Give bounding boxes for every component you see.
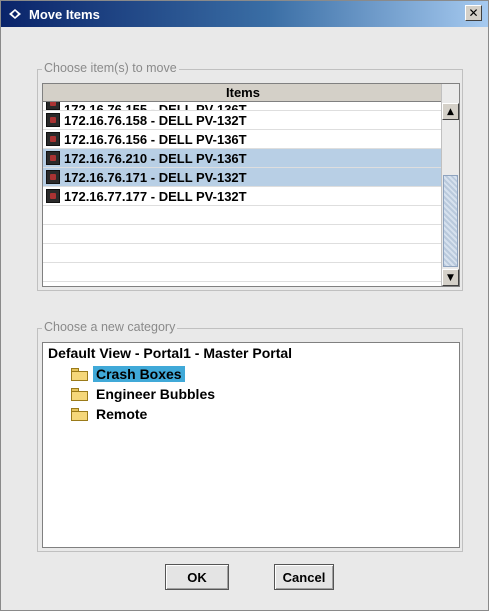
window-title: Move Items [29, 6, 100, 22]
ok-button[interactable]: OK [165, 564, 229, 590]
folder-icon [71, 407, 88, 421]
items-group-label: Choose item(s) to move [42, 61, 179, 75]
tree-item[interactable]: Crash Boxes [71, 365, 185, 383]
row-label: 172.16.76.158 - DELL PV-132T [64, 112, 247, 128]
category-group-label: Choose a new category [42, 320, 178, 334]
items-column-header[interactable]: Items [43, 84, 443, 102]
device-icon [46, 113, 60, 127]
scroll-up-button[interactable]: ▲ [442, 103, 459, 120]
close-icon: ✕ [468, 6, 479, 20]
row-label: 172.16.76.156 - DELL PV-136T [64, 131, 247, 147]
device-icon [46, 189, 60, 203]
table-row[interactable]: 172.16.76.158 - DELL PV-132T [43, 111, 443, 130]
scroll-thumb[interactable] [443, 175, 458, 267]
arrow-up-icon: ▲ [447, 106, 454, 117]
move-items-dialog: Move Items ✕ Choose item(s) to move Item… [0, 0, 489, 611]
title-bar[interactable]: Move Items ✕ [1, 1, 488, 27]
folder-icon [71, 387, 88, 401]
items-scrollbar[interactable]: ▲ ▼ [441, 84, 459, 286]
row-label: 172.16.77.177 - DELL PV-132T [64, 188, 247, 204]
arrow-down-icon: ▼ [447, 272, 454, 283]
table-row[interactable]: 172.16.77.177 - DELL PV-132T [43, 187, 443, 206]
app-icon [7, 6, 23, 22]
close-button[interactable]: ✕ [465, 5, 482, 21]
items-group: Choose item(s) to move Items 172.16.76.1… [37, 61, 463, 291]
table-row[interactable]: 172.16.76.155 - DELL PV-136T [43, 102, 443, 111]
cancel-button[interactable]: Cancel [274, 564, 334, 590]
device-icon [46, 132, 60, 146]
device-icon [46, 102, 60, 110]
tree-item-label: Crash Boxes [93, 366, 185, 382]
tree-item[interactable]: Engineer Bubbles [71, 385, 218, 403]
table-row[interactable]: 172.16.76.210 - DELL PV-136T [43, 149, 443, 168]
table-row[interactable] [43, 225, 443, 244]
table-row[interactable]: 172.16.76.171 - DELL PV-132T [43, 168, 443, 187]
row-label: 172.16.76.210 - DELL PV-136T [64, 150, 247, 166]
category-group: Choose a new category Default View - Por… [37, 320, 463, 552]
table-row[interactable] [43, 206, 443, 225]
table-row[interactable] [43, 263, 443, 282]
items-table: Items 172.16.76.155 - DELL PV-136T 172.16… [42, 83, 460, 287]
device-icon [46, 170, 60, 184]
table-row[interactable]: 172.16.76.156 - DELL PV-136T [43, 130, 443, 149]
tree-item-label: Remote [96, 406, 148, 422]
items-rows: 172.16.76.155 - DELL PV-136T 172.16.76.15… [43, 102, 443, 286]
row-label: 172.16.76.155 - DELL PV-136T [64, 102, 247, 111]
scroll-down-button[interactable]: ▼ [442, 269, 459, 286]
device-icon [46, 151, 60, 165]
tree-item[interactable]: Remote [71, 405, 150, 423]
category-tree: Default View - Portal1 - Master Portal C… [42, 342, 460, 548]
tree-root[interactable]: Default View - Portal1 - Master Portal [48, 345, 292, 361]
tree-item-label: Engineer Bubbles [96, 386, 216, 402]
row-label: 172.16.76.171 - DELL PV-132T [64, 169, 247, 185]
table-row[interactable] [43, 244, 443, 263]
folder-icon [71, 367, 88, 381]
